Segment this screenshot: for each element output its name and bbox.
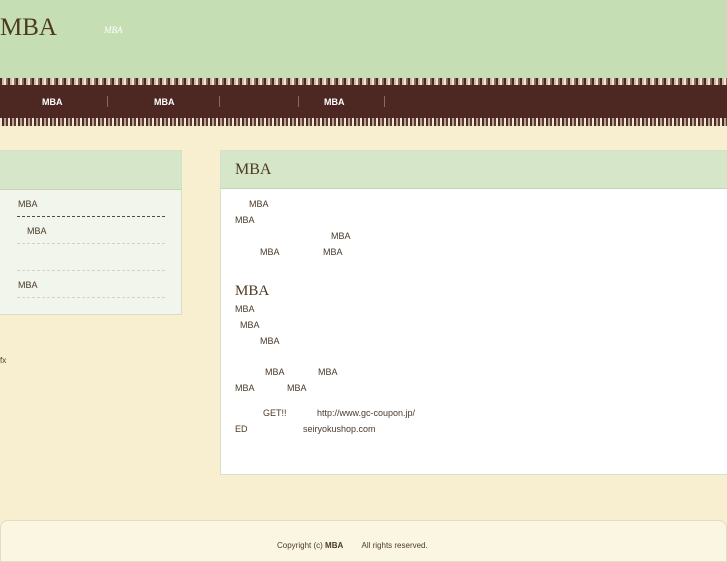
nav-separator <box>219 96 220 107</box>
body-text: MBA <box>235 215 255 225</box>
nav-separator <box>384 96 385 107</box>
shop-link[interactable]: seiryokushop.com <box>303 424 376 434</box>
site-header: MBA MBA <box>0 0 727 82</box>
body-text: MBA <box>260 247 280 257</box>
nav-item-2[interactable]: MBA <box>154 97 175 107</box>
sidebar-item-label: MBA <box>18 280 38 290</box>
sidebar-item-1[interactable]: MBA <box>17 191 165 217</box>
section-heading: MBA <box>235 283 270 299</box>
site-title[interactable]: MBA <box>0 14 57 42</box>
sidebar-divider <box>17 216 165 217</box>
site-tagline: MBA <box>104 25 123 35</box>
copyright-prefix: Copyright (c) <box>277 541 323 550</box>
body-text: GET!! <box>263 408 287 418</box>
footer: Copyright (c) MBA All rights reserved. <box>0 520 727 562</box>
main-content: MBA MBA MBA MBA MBA MBA MBA MBA MBA MBA … <box>220 150 727 475</box>
body-text: MBA <box>235 383 255 393</box>
sidebar-misc-text: fx <box>0 356 7 365</box>
nav-item-3[interactable]: MBA <box>324 97 345 107</box>
body-text: MBA <box>249 199 269 209</box>
body-text: MBA <box>318 367 338 377</box>
page-title: MBA <box>235 161 272 178</box>
body-text: MBA <box>260 336 280 346</box>
main-header: MBA <box>221 151 727 189</box>
sidebar-item-label: MBA <box>18 199 38 209</box>
sidebar-divider <box>17 270 165 271</box>
body-text: MBA <box>235 304 255 314</box>
nav-separator <box>107 96 108 107</box>
copyright-suffix: All rights reserved. <box>361 541 428 550</box>
sidebar-item-2[interactable]: MBA <box>17 218 165 244</box>
sidebar-divider <box>17 297 165 298</box>
nav-item-1[interactable]: MBA <box>42 97 63 107</box>
body-text: MBA <box>240 320 260 330</box>
nav-separator <box>298 96 299 107</box>
sidebar-item-label: MBA <box>27 226 47 236</box>
body-text: MBA <box>323 247 343 257</box>
body-text: MBA <box>287 383 307 393</box>
main-nav: MBA MBA MBA <box>0 85 727 119</box>
sidebar: MBA MBA MBA <box>0 150 182 315</box>
copyright-site-name[interactable]: MBA <box>325 541 343 550</box>
sidebar-header <box>0 151 181 190</box>
body-text: MBA <box>265 367 285 377</box>
lace-border-bottom <box>0 118 727 126</box>
body-text: MBA <box>331 231 351 241</box>
coupon-link[interactable]: http://www.gc-coupon.jp/ <box>317 408 415 418</box>
sidebar-item-3[interactable]: MBA <box>17 272 165 298</box>
body-text: ED <box>235 424 248 434</box>
copyright: Copyright (c) MBA All rights reserved. <box>277 541 428 550</box>
sidebar-divider <box>17 243 165 244</box>
